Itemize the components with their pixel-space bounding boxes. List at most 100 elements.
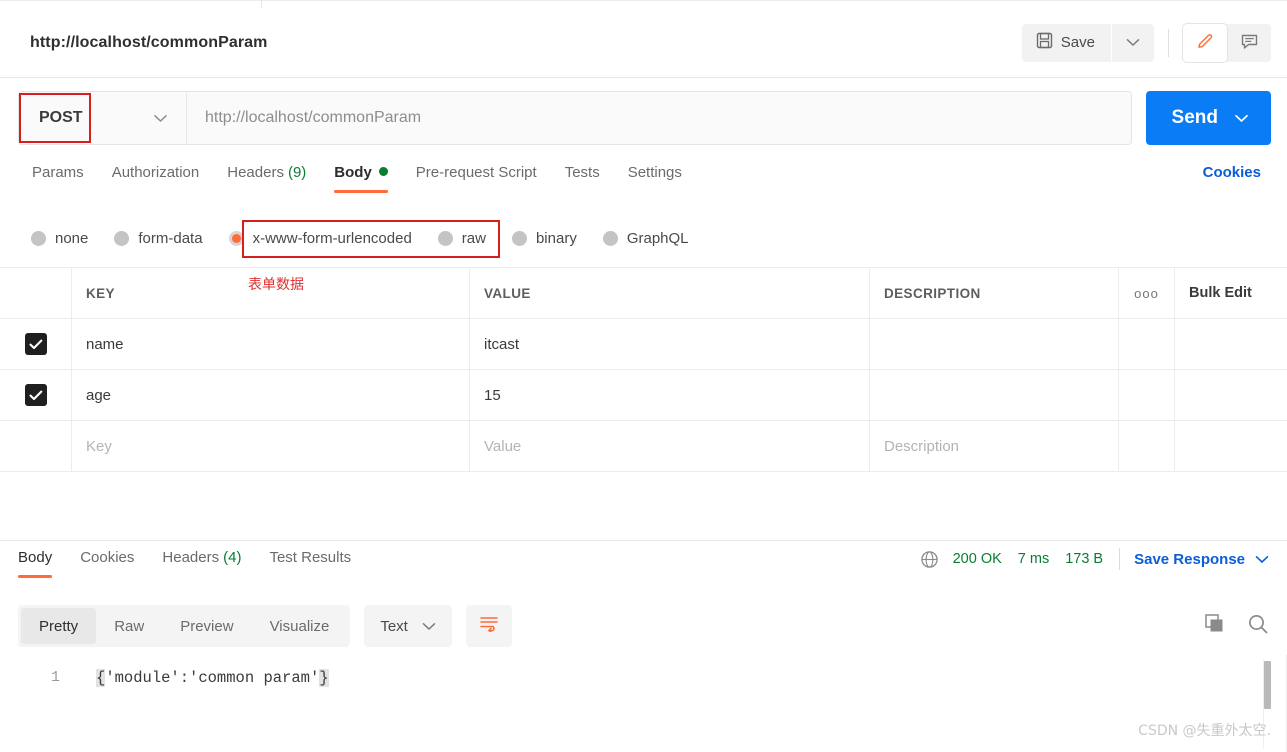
- cookies-link[interactable]: Cookies: [1203, 160, 1269, 181]
- table-header-row: KEY VALUE DESCRIPTION ooo Bulk Edit: [0, 267, 1287, 319]
- body-type-x-www-form-urlencoded[interactable]: x-www-form-urlencoded: [216, 224, 425, 253]
- word-wrap-icon: [479, 615, 499, 637]
- header-checkbox-cell: [0, 268, 72, 318]
- response-format-selector[interactable]: Text: [364, 605, 452, 647]
- table-options-button[interactable]: ooo: [1119, 268, 1175, 318]
- view-mode-raw[interactable]: Raw: [96, 608, 162, 644]
- comment-button[interactable]: [1227, 24, 1271, 62]
- copy-button[interactable]: [1204, 613, 1225, 639]
- body-type-binary[interactable]: binary: [499, 224, 590, 253]
- search-button[interactable]: [1247, 613, 1269, 640]
- response-body-code[interactable]: {'module':'common param'}: [96, 669, 329, 687]
- row-checkbox[interactable]: [24, 333, 47, 355]
- tab-authorization[interactable]: Authorization: [98, 160, 214, 195]
- response-tab-body[interactable]: Body: [18, 545, 66, 580]
- response-tab-cookies[interactable]: Cookies: [66, 545, 148, 580]
- view-mode-preview[interactable]: Preview: [162, 608, 251, 644]
- tab-pre-request-script[interactable]: Pre-request Script: [402, 160, 551, 195]
- tab-settings[interactable]: Settings: [614, 160, 696, 195]
- response-size: 173 B: [1065, 551, 1104, 567]
- save-options-button[interactable]: [1112, 23, 1154, 62]
- tab-headers-label: Headers: [227, 164, 284, 181]
- tab-tests[interactable]: Tests: [551, 160, 614, 195]
- response-body-viewer: 1 {'module':'common param'}: [0, 655, 1287, 752]
- response-tab-headers-count: (4): [223, 549, 242, 566]
- comment-icon: [1240, 32, 1259, 54]
- annotation-form-data-note: 表单数据: [248, 277, 304, 293]
- chevron-down-icon: [153, 114, 168, 123]
- body-type-graphql[interactable]: GraphQL: [590, 224, 702, 253]
- body-type-options: none form-data x-www-form-urlencoded raw…: [0, 214, 1287, 262]
- row-end: [1175, 319, 1287, 369]
- method-selector[interactable]: POST: [19, 92, 187, 144]
- save-button-label: Save: [1060, 34, 1095, 51]
- params-table: KEY VALUE DESCRIPTION ooo Bulk Edit name…: [0, 267, 1287, 472]
- more-options-icon: ooo: [1134, 285, 1159, 301]
- view-toggle-group: [1183, 23, 1271, 62]
- response-time: 7 ms: [1017, 551, 1050, 567]
- body-has-content-dot: [378, 167, 388, 176]
- placeholder-description[interactable]: Description: [884, 438, 959, 455]
- page-title: http://localhost/commonParam: [30, 33, 268, 51]
- placeholder-key[interactable]: Key: [86, 438, 112, 455]
- globe-icon: [920, 550, 939, 569]
- tab-body[interactable]: Body: [320, 160, 402, 195]
- header-value: VALUE: [484, 285, 531, 301]
- response-body-content: 'module':'common param': [105, 669, 320, 687]
- body-type-raw[interactable]: raw: [425, 224, 499, 253]
- row-checkbox[interactable]: [24, 384, 47, 406]
- body-type-form-data[interactable]: form-data: [101, 224, 215, 253]
- body-type-x-www-form-urlencoded-label: x-www-form-urlencoded: [252, 229, 412, 247]
- tab-params[interactable]: Params: [18, 160, 98, 195]
- chevron-down-icon: [1126, 35, 1140, 50]
- radio-icon: [31, 230, 46, 246]
- placeholder-value[interactable]: Value: [484, 438, 521, 455]
- placeholder-end: [1175, 421, 1287, 471]
- chevron-down-icon: [1255, 551, 1269, 568]
- tab-tests-label: Tests: [564, 164, 600, 181]
- send-button[interactable]: Send: [1145, 91, 1271, 145]
- line-number-gutter: 1: [0, 655, 78, 752]
- tab-headers[interactable]: Headers (9): [213, 160, 320, 195]
- save-button[interactable]: Save: [1021, 23, 1111, 62]
- close-brace: }: [319, 669, 329, 687]
- view-mode-pretty[interactable]: Pretty: [21, 608, 97, 644]
- response-tab-headers[interactable]: Headers (4): [148, 545, 255, 580]
- row-value[interactable]: itcast: [484, 336, 519, 353]
- table-row: name itcast: [0, 319, 1287, 370]
- body-type-none[interactable]: none: [18, 224, 101, 253]
- row-key[interactable]: age: [86, 387, 111, 404]
- method-label: POST: [39, 109, 83, 126]
- radio-selected-icon: [228, 230, 244, 246]
- row-value[interactable]: 15: [484, 387, 501, 404]
- response-divider: [0, 540, 1287, 541]
- header-key: KEY: [86, 285, 115, 301]
- save-response-button[interactable]: Save Response: [1134, 551, 1269, 568]
- response-actions: [1204, 613, 1269, 640]
- response-tab-test-results[interactable]: Test Results: [255, 545, 365, 580]
- tab-strip-edge: [0, 0, 262, 8]
- response-meta: 200 OK 7 ms 173 B Save Response: [920, 545, 1269, 570]
- url-input[interactable]: [187, 92, 1131, 144]
- radio-icon: [602, 230, 618, 246]
- scrollbar-thumb[interactable]: [1264, 661, 1271, 709]
- response-tab-test-results-label: Test Results: [269, 549, 352, 566]
- body-type-form-data-label: form-data: [138, 229, 203, 247]
- toolbar-divider: [1168, 28, 1169, 57]
- bulk-edit-button[interactable]: Bulk Edit: [1175, 268, 1287, 318]
- word-wrap-button[interactable]: [465, 605, 512, 647]
- title-bar-actions: Save: [1021, 23, 1271, 62]
- edit-button[interactable]: [1183, 23, 1227, 62]
- header-description: DESCRIPTION: [884, 285, 981, 301]
- tab-authorization-label: Authorization: [111, 164, 200, 181]
- request-title-bar: http://localhost/commonParam Save: [0, 8, 1287, 78]
- placeholder-checkbox-cell: [0, 421, 72, 471]
- row-options: [1119, 370, 1175, 420]
- view-mode-visualize[interactable]: Visualize: [252, 608, 348, 644]
- radio-icon: [114, 230, 130, 246]
- copy-icon: [1204, 614, 1225, 638]
- row-key[interactable]: name: [86, 336, 124, 353]
- response-tabs: Body Cookies Headers (4) Test Results 200…: [0, 545, 1287, 590]
- request-tabs: Params Authorization Headers (9) Body Pre…: [0, 160, 1287, 208]
- pencil-icon: [1196, 32, 1215, 54]
